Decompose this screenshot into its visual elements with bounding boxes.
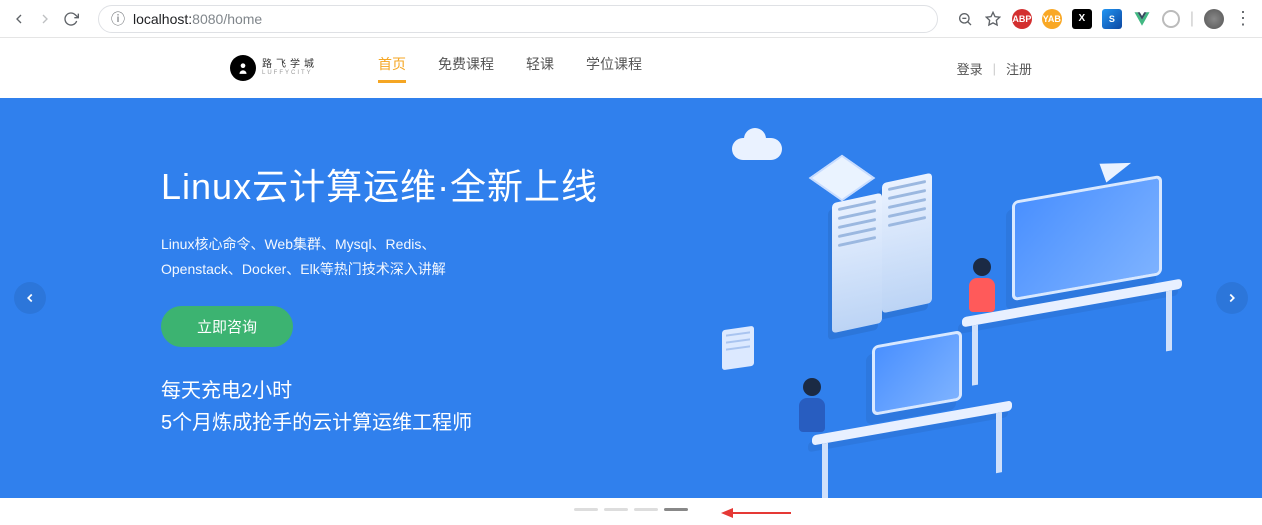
s-extension-icon[interactable]: S	[1102, 9, 1122, 29]
nav-light-course[interactable]: 轻课	[526, 54, 554, 83]
cloud-icon	[732, 138, 782, 160]
person-standing-icon	[962, 258, 1002, 318]
screen-icon	[1012, 175, 1162, 301]
auth-links: 登录 | 注册	[957, 59, 1032, 78]
info-icon: ⓘ	[111, 9, 125, 29]
annotation-arrow-icon	[721, 506, 791, 525]
server-rack-icon	[882, 173, 932, 314]
document-icon	[722, 326, 754, 370]
menu-icon[interactable]: ⋮	[1234, 10, 1252, 28]
x-extension-icon[interactable]: X	[1072, 9, 1092, 29]
auth-divider: |	[993, 61, 996, 76]
toolbar-divider: |	[1190, 10, 1194, 28]
hero-banner: Linux云计算运维·全新上线 Linux核心命令、Web集群、Mysql、Re…	[0, 98, 1262, 498]
carousel-next-button[interactable]	[1216, 282, 1248, 314]
carousel-prev-button[interactable]	[14, 282, 46, 314]
carousel-indicator-3[interactable]	[634, 508, 658, 511]
nav-free-course[interactable]: 免费课程	[438, 54, 494, 83]
vue-extension-icon[interactable]	[1132, 9, 1152, 29]
login-link[interactable]: 登录	[957, 59, 983, 78]
logo[interactable]: 路飞学城 LUFFYCITY	[230, 55, 318, 81]
url-text: localhost:8080/home	[133, 11, 262, 27]
carousel-indicator-2[interactable]	[604, 508, 628, 511]
yab-extension-icon[interactable]: YAB	[1042, 9, 1062, 29]
server-rack-icon	[832, 193, 882, 334]
nav-menu: 首页 免费课程 轻课 学位课程	[378, 54, 642, 83]
cube-icon	[809, 155, 876, 202]
hero-illustration	[702, 128, 1202, 488]
browser-toolbar: ⓘ localhost:8080/home ABP YAB X S | ⋮	[0, 0, 1262, 38]
site-header: 路飞学城 LUFFYCITY 首页 免费课程 轻课 学位课程 登录 | 注册	[0, 38, 1262, 98]
zoom-icon[interactable]	[956, 10, 974, 28]
nav-degree-course[interactable]: 学位课程	[586, 54, 642, 83]
circle-extension-icon[interactable]	[1162, 10, 1180, 28]
logo-icon	[230, 55, 256, 81]
address-bar[interactable]: ⓘ localhost:8080/home	[98, 5, 938, 33]
profile-avatar-icon[interactable]	[1204, 9, 1224, 29]
star-icon[interactable]	[984, 10, 1002, 28]
logo-text: 路飞学城 LUFFYCITY	[262, 60, 318, 76]
carousel-indicator-4[interactable]	[664, 508, 688, 511]
abp-extension-icon[interactable]: ABP	[1012, 9, 1032, 29]
register-link[interactable]: 注册	[1006, 59, 1032, 78]
person-sitting-icon	[792, 378, 832, 438]
cta-button[interactable]: 立即咨询	[161, 306, 293, 347]
carousel-indicators	[0, 498, 1262, 520]
forward-icon[interactable]	[36, 10, 54, 28]
reload-icon[interactable]	[62, 10, 80, 28]
paper-plane-icon	[1099, 153, 1134, 182]
nav-home[interactable]: 首页	[378, 54, 406, 83]
monitor-icon	[872, 330, 962, 416]
carousel-indicator-1[interactable]	[574, 508, 598, 511]
back-icon[interactable]	[10, 10, 28, 28]
